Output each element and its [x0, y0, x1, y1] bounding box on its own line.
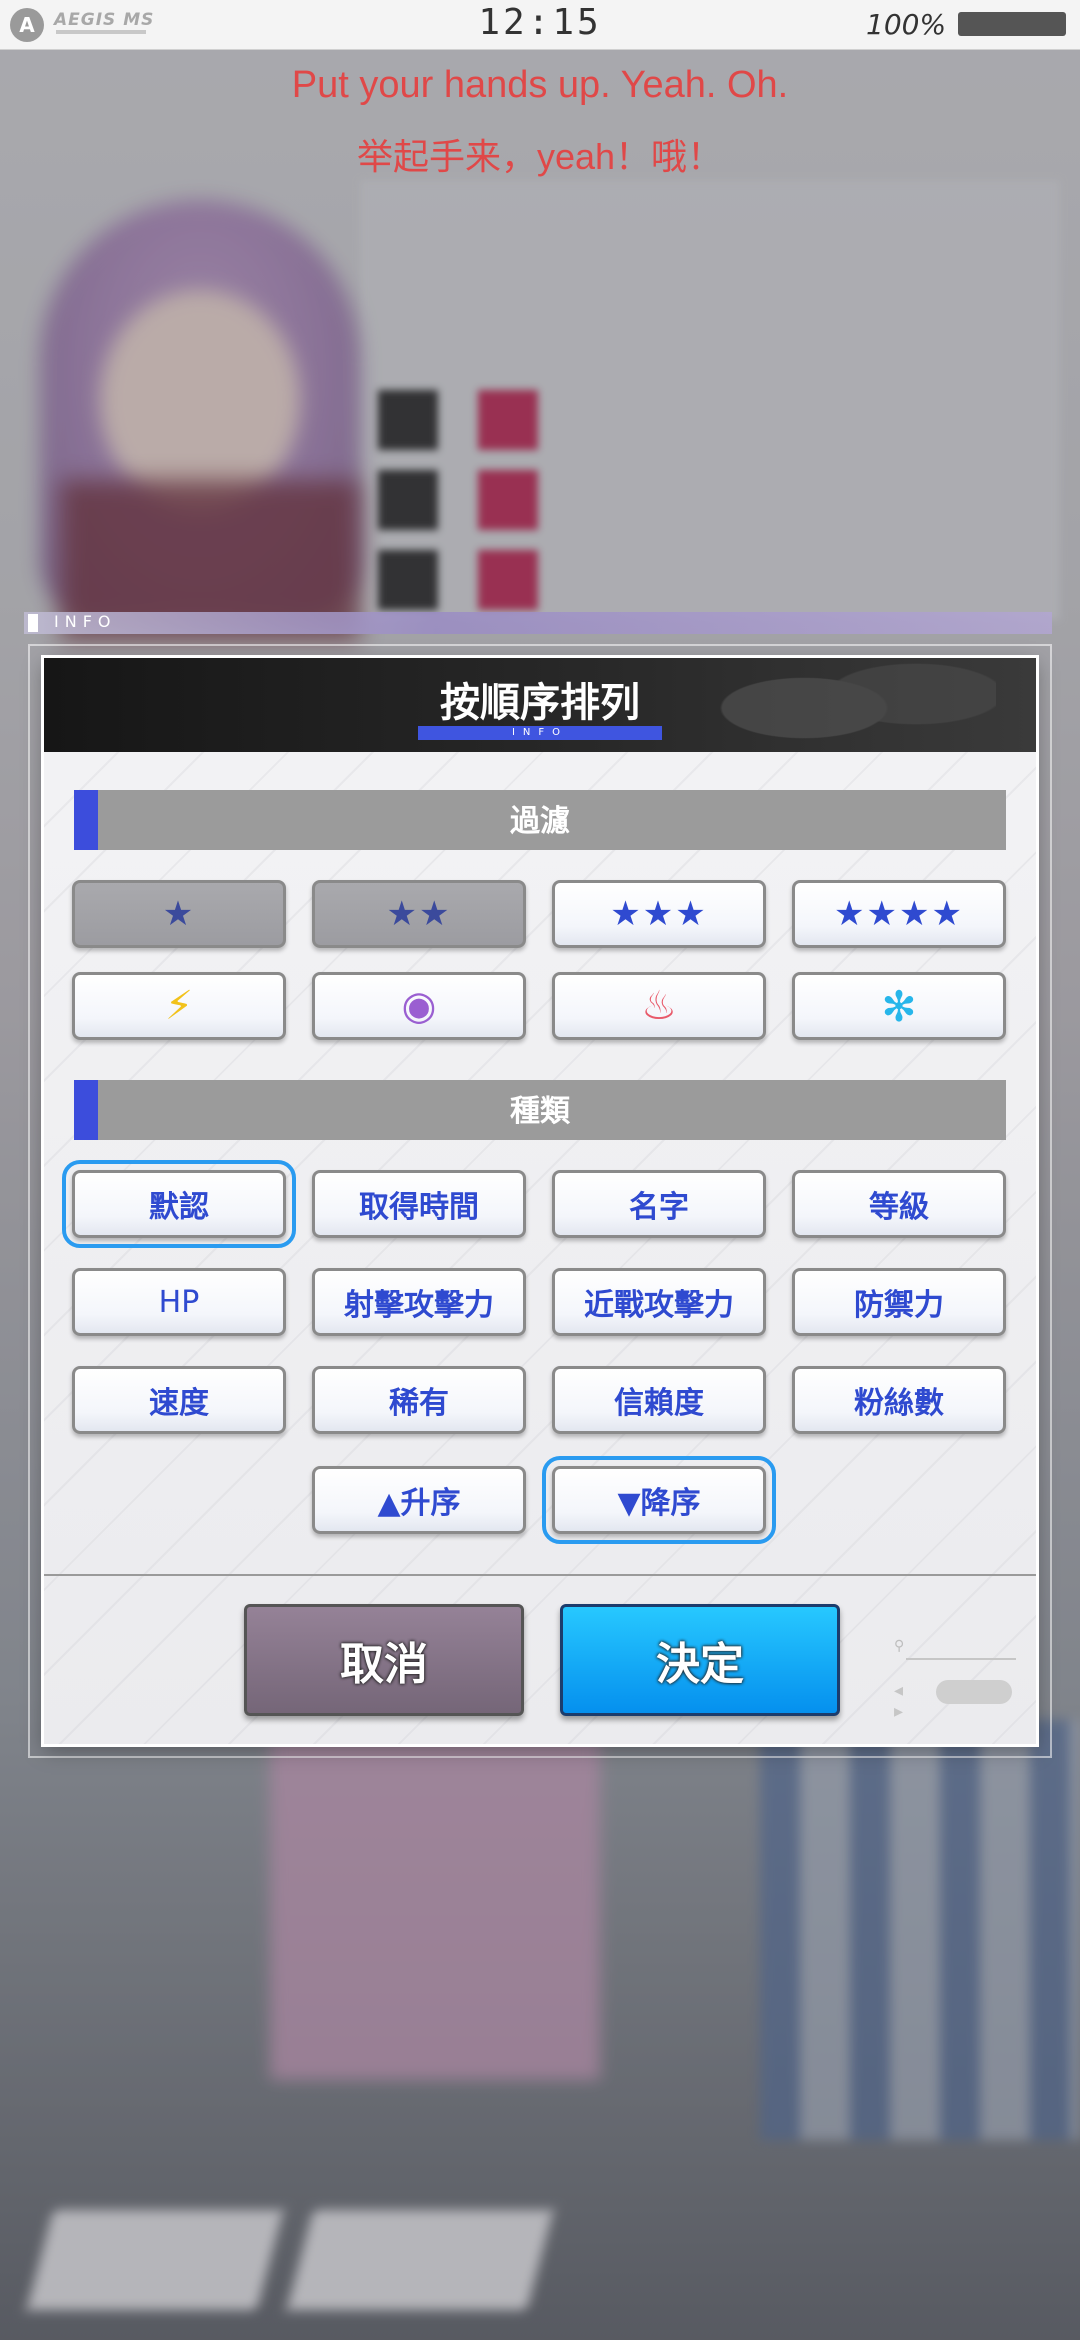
search-icon: ⚲ [894, 1638, 905, 1654]
sort-hp-button[interactable]: HP [72, 1268, 286, 1336]
star-icon: ★★★★ [834, 894, 964, 934]
arrow-icons: ◂ ▸ [894, 1680, 904, 1722]
filter-1-star-button[interactable]: ★ [72, 880, 286, 948]
sort-trust-button[interactable]: 信賴度 [552, 1366, 766, 1434]
filter-3-star-button[interactable]: ★★★ [552, 880, 766, 948]
info-strip [24, 612, 1052, 634]
info-label: INFO [54, 612, 117, 631]
filter-ice-button[interactable]: ✻ [792, 972, 1006, 1040]
sort-name-button[interactable]: 名字 [552, 1170, 766, 1238]
star-icon: ★★ [386, 894, 452, 934]
sort-dialog: 按順序排列 INFO 過濾 ★ ★★ ★★★ ★★★★ ⚡ ◉ ♨ ✻ 種類 默… [44, 658, 1036, 1744]
sort-acquire-time-button[interactable]: 取得時間 [312, 1170, 526, 1238]
filter-vortex-button[interactable]: ◉ [312, 972, 526, 1040]
order-descending-button[interactable]: ▼降序 [542, 1456, 776, 1544]
sort-rarity-button[interactable]: 稀有 [312, 1366, 526, 1434]
widget-line [906, 1658, 1016, 1660]
filter-section-header: 過濾 [74, 790, 1006, 850]
widget-pill [936, 1680, 1012, 1704]
filter-fire-button[interactable]: ♨ [552, 972, 766, 1040]
sort-defense-button[interactable]: 防禦力 [792, 1268, 1006, 1336]
vortex-icon: ◉ [401, 983, 437, 1029]
lyric-line-english: Put your hands up. Yeah. Oh. [291, 64, 789, 106]
sort-melee-attack-button[interactable]: 近戰攻擊力 [552, 1268, 766, 1336]
title-subtitle: INFO [511, 727, 569, 738]
lyric-line-chinese: 举起手来，yeah！哦！ [356, 136, 724, 177]
filter-2-star-button[interactable]: ★★ [312, 880, 526, 948]
filter-4-star-button[interactable]: ★★★★ [792, 880, 1006, 948]
dialog-header: 按順序排列 INFO [44, 658, 1036, 752]
filter-section-label: 過濾 [510, 804, 570, 839]
confirm-button[interactable]: 決定 [560, 1604, 840, 1716]
dialog-title: 按順序排列 [440, 680, 640, 726]
fire-icon: ♨ [641, 983, 677, 1029]
sort-speed-button[interactable]: 速度 [72, 1366, 286, 1434]
battery-percent: 100% [866, 8, 947, 41]
filter-lightning-button[interactable]: ⚡ [72, 972, 286, 1040]
type-section-label: 種類 [510, 1094, 570, 1129]
cancel-button[interactable]: 取消 [244, 1604, 524, 1716]
type-section-header: 種類 [74, 1080, 1006, 1140]
sort-fans-button[interactable]: 粉絲數 [792, 1366, 1006, 1434]
sort-level-button[interactable]: 等級 [792, 1170, 1006, 1238]
star-icon: ★★★ [610, 894, 708, 934]
battery-icon [958, 12, 1066, 36]
status-bar: A AEGIS MS 12:15 100% [0, 0, 1080, 50]
sort-default-button[interactable]: 默認 [62, 1160, 296, 1248]
ice-icon: ✻ [881, 981, 917, 1031]
dialog-divider [44, 1574, 1036, 1576]
star-icon: ★ [162, 894, 196, 934]
order-ascending-button[interactable]: ▲升序 [312, 1466, 526, 1534]
sort-ranged-attack-button[interactable]: 射擊攻擊力 [312, 1268, 526, 1336]
lightning-icon: ⚡ [164, 983, 194, 1029]
info-marker [28, 614, 38, 632]
